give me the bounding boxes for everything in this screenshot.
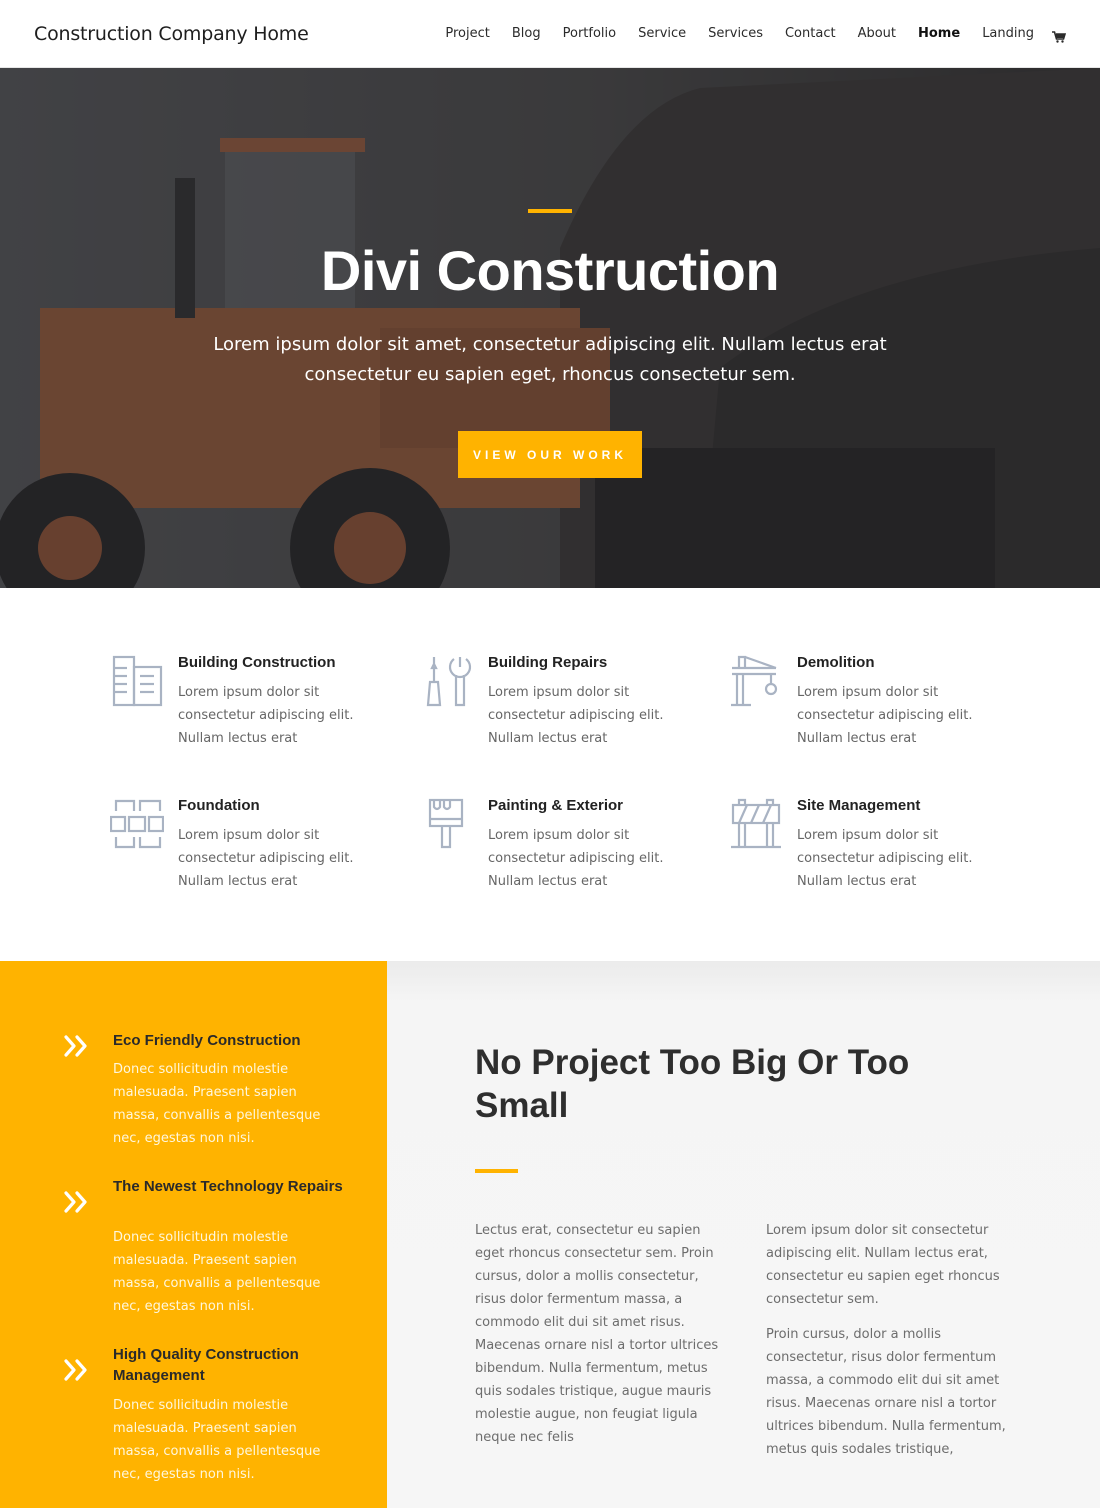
tools-icon: [426, 657, 472, 707]
no-project-title: No Project Too Big Or Too Small: [475, 1043, 910, 1125]
hero-accent-line: [528, 209, 572, 213]
service-text: Lorem ipsum dolor sit consectetur adipis…: [797, 685, 973, 746]
nav-blog[interactable]: Blog: [512, 26, 541, 41]
main-nav: Project Blog Portfolio Service Services …: [423, 26, 1067, 43]
service-title: Painting & Exterior: [488, 797, 624, 814]
nav-service[interactable]: Service: [638, 26, 686, 41]
feature-title: High Quality Construction Management: [113, 1346, 299, 1384]
service-text: Lorem ipsum dolor sit consectetur adipis…: [488, 685, 664, 746]
paragraph: Proin cursus, dolor a mollis consectetur…: [766, 1327, 1006, 1457]
paint-brush-icon: [428, 798, 464, 849]
service-text: Lorem ipsum dolor sit consectetur adipis…: [178, 685, 354, 746]
no-project-accent-line: [475, 1169, 518, 1173]
no-project-column-2: Lorem ipsum dolor sit consectetur adipis…: [766, 1219, 1026, 1473]
site-logo[interactable]: Construction Company Home: [34, 23, 309, 45]
features-section: Eco Friendly Construction Donec sollicit…: [0, 961, 1100, 1508]
hero-title: Divi Construction: [320, 239, 780, 302]
nav-portfolio[interactable]: Portfolio: [563, 26, 616, 41]
nav-home[interactable]: Home: [918, 26, 960, 41]
nav-contact[interactable]: Contact: [785, 26, 836, 41]
hero-text: Lorem ipsum dolor sit amet, consectetur …: [213, 334, 887, 385]
service-text: Lorem ipsum dolor sit consectetur adipis…: [178, 828, 354, 889]
nav-project[interactable]: Project: [445, 26, 489, 41]
double-chevron-right-icon: [64, 1191, 87, 1213]
feature-text: Donec sollicitudin molestie malesuada. P…: [113, 1230, 321, 1314]
feature-title: Eco Friendly Construction: [113, 1032, 301, 1049]
hero-section: Divi Construction Lorem ipsum dolor sit …: [0, 68, 1100, 588]
service-title: Site Management: [797, 797, 921, 814]
paragraph: Lorem ipsum dolor sit consectetur adipis…: [766, 1223, 1000, 1307]
buildings-icon: [112, 655, 163, 707]
hero-content: Divi Construction Lorem ipsum dolor sit …: [0, 68, 1100, 588]
double-chevron-right-icon: [64, 1359, 87, 1381]
service-text: Lorem ipsum dolor sit consectetur adipis…: [797, 828, 973, 889]
shopping-cart-icon[interactable]: [1052, 28, 1067, 43]
services-section: Building Construction Lorem ipsum dolor …: [0, 588, 1100, 961]
service-title: Demolition: [797, 654, 875, 671]
feature-text: Donec sollicitudin molestie malesuada. P…: [113, 1062, 321, 1146]
bricks-icon: [110, 799, 164, 849]
nav-services[interactable]: Services: [708, 26, 763, 41]
service-title: Building Construction: [178, 654, 336, 671]
feature-text: Donec sollicitudin molestie malesuada. P…: [113, 1398, 321, 1482]
double-chevron-right-icon: [64, 1035, 87, 1057]
feature-title: The Newest Technology Repairs: [113, 1178, 343, 1195]
nav-about[interactable]: About: [858, 26, 896, 41]
nav-landing[interactable]: Landing: [982, 26, 1034, 41]
paragraph: Lectus erat, consectetur eu sapien eget …: [475, 1223, 719, 1445]
site-header: Construction Company Home Project Blog P…: [0, 0, 1100, 68]
crane-icon: [731, 655, 778, 707]
service-title: Building Repairs: [488, 654, 608, 671]
service-title: Foundation: [178, 797, 260, 814]
view-our-work-button[interactable]: VIEW OUR WORK: [458, 431, 642, 478]
barrier-icon: [731, 798, 781, 849]
features-panel: Eco Friendly Construction Donec sollicit…: [0, 961, 387, 1508]
no-project-column-1: Lectus erat, consectetur eu sapien eget …: [475, 1219, 725, 1461]
service-text: Lorem ipsum dolor sit consectetur adipis…: [488, 828, 664, 889]
